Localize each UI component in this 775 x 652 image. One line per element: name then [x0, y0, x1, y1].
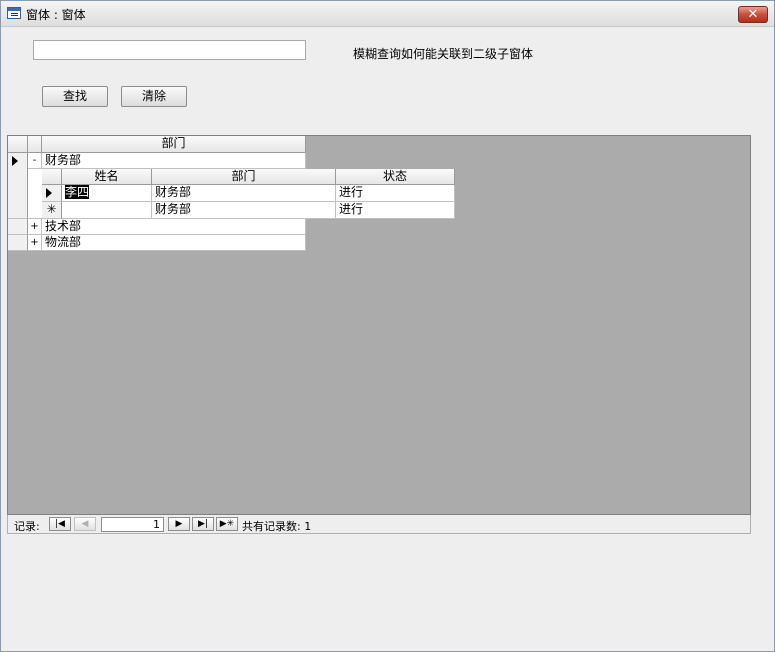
row-selector[interactable] [8, 235, 28, 251]
table-cell-department[interactable]: 财务部 [152, 202, 336, 219]
new-record-icon[interactable]: ✳ [42, 202, 62, 219]
close-button[interactable]: ✕ [738, 6, 768, 23]
column-header-name[interactable]: 姓名 [62, 169, 152, 185]
column-header-sub-department[interactable]: 部门 [152, 169, 336, 185]
search-input[interactable] [33, 40, 306, 60]
last-record-button[interactable]: ▶| [192, 517, 214, 531]
access-form-window: 窗体 : 窗体 ✕ 模糊查询如何能关联到二级子窗体 查找 清除 部门 - 财务部… [0, 0, 775, 652]
subdatasheet: 姓名 部门 状态 李四 财务部 进行 ✳ 财务部 进行 [42, 169, 455, 219]
table-row-department[interactable]: 财务部 [42, 153, 306, 169]
hint-label: 模糊查询如何能关联到二级子窗体 [353, 47, 534, 61]
subform-gutter [28, 169, 42, 219]
row-selector[interactable] [42, 185, 62, 202]
current-record-icon [46, 188, 52, 198]
subdatasheet-corner[interactable] [42, 169, 62, 185]
table-cell-status[interactable]: 进行 [336, 185, 455, 202]
record-label: 记录: [14, 520, 40, 533]
row-selector[interactable] [8, 153, 28, 219]
current-record-icon [12, 156, 18, 166]
table-row-department[interactable]: 技术部 [42, 219, 306, 235]
row-selector[interactable] [8, 219, 28, 235]
new-record-button[interactable]: ▶✳ [216, 517, 238, 531]
column-header-status[interactable]: 状态 [336, 169, 455, 185]
title-bar: 窗体 : 窗体 ✕ [1, 1, 774, 27]
first-record-button[interactable]: |◀ [49, 517, 71, 531]
table-cell-department[interactable]: 财务部 [152, 185, 336, 202]
current-record-field[interactable]: 1 [101, 517, 164, 532]
window-title: 窗体 : 窗体 [26, 8, 86, 22]
table-cell-name[interactable]: 李四 [62, 185, 152, 202]
collapse-icon[interactable]: - [28, 153, 42, 169]
record-navigation-bar: 记录: |◀ ◀ 1 ▶ ▶| ▶✳ 共有记录数: 1 [7, 515, 751, 534]
next-record-button[interactable]: ▶ [168, 517, 190, 531]
record-count-label: 共有记录数: 1 [242, 520, 312, 533]
column-header-department[interactable]: 部门 [42, 136, 306, 153]
selected-name-text: 李四 [65, 185, 90, 199]
table-cell-name[interactable] [62, 202, 152, 219]
find-button[interactable]: 查找 [42, 86, 108, 107]
table-cell-status[interactable]: 进行 [336, 202, 455, 219]
expand-icon[interactable]: + [28, 235, 42, 251]
datasheet-expander-header [28, 136, 42, 153]
datasheet: 部门 - 财务部 姓名 部门 状态 李四 财务部 进行 ✳ 财务部 进行 + 技… [7, 135, 751, 515]
datasheet-corner[interactable] [8, 136, 28, 153]
previous-record-button[interactable]: ◀ [74, 517, 96, 531]
table-row-department[interactable]: 物流部 [42, 235, 306, 251]
form-icon [7, 7, 21, 19]
expand-icon[interactable]: + [28, 219, 42, 235]
clear-button[interactable]: 清除 [121, 86, 187, 107]
